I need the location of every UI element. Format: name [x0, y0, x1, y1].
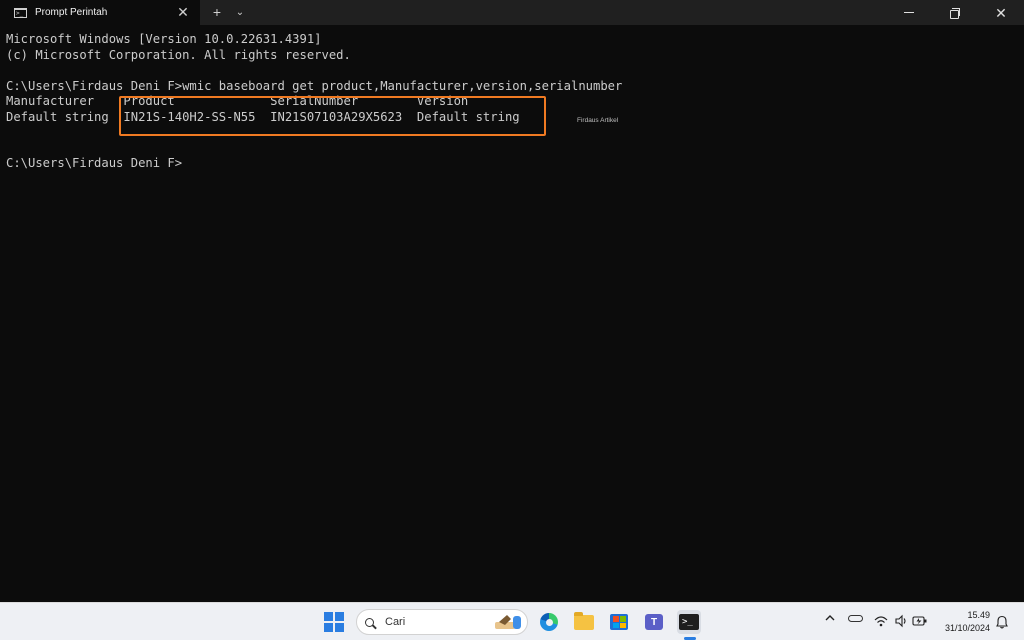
restore-button[interactable] — [932, 0, 978, 25]
clock-time: 15.49 — [967, 610, 990, 620]
teams-icon: T — [645, 614, 663, 630]
close-button[interactable]: ✕ — [978, 0, 1024, 25]
minimize-icon — [904, 12, 914, 13]
edge-icon — [540, 613, 558, 631]
chevron-down-icon[interactable]: ⌄ — [232, 0, 248, 25]
edge-button[interactable] — [537, 610, 561, 634]
highlight-box — [119, 96, 546, 136]
search-icon — [365, 617, 374, 627]
restore-icon — [950, 7, 960, 19]
window-controls: ✕ — [886, 0, 1024, 25]
microsoft-store-button[interactable] — [607, 610, 631, 634]
taskbar-clock[interactable]: 15.49 31/10/2024 — [934, 609, 990, 635]
chevron-up-icon[interactable] — [824, 612, 836, 624]
minimize-button[interactable] — [886, 0, 932, 25]
onedrive-cloud-icon[interactable] — [848, 613, 864, 622]
taskbar: Cari T >_ 15.49 31/10/2024 — [0, 602, 1024, 640]
terminal-icon: >_ — [14, 7, 27, 18]
search-placeholder: Cari — [385, 616, 406, 628]
file-explorer-button[interactable] — [572, 610, 596, 634]
tab-title: Prompt Perintah — [35, 7, 108, 18]
teams-button[interactable]: T — [642, 610, 666, 634]
windows-start-icon — [324, 612, 344, 632]
search-input[interactable]: Cari — [356, 609, 528, 635]
watermark: Firdaus Artikel — [577, 117, 619, 124]
title-bar: >_ Prompt Perintah ✕ + ⌄ ✕ — [0, 0, 1024, 25]
console-line: (c) Microsoft Corporation. All rights re… — [6, 47, 351, 62]
bell-icon[interactable] — [996, 615, 1008, 629]
console-line: C:\Users\Firdaus Deni F>wmic baseboard g… — [6, 78, 623, 93]
search-highlight-icon — [495, 615, 521, 629]
close-icon: ✕ — [995, 4, 1007, 21]
windows-start-button[interactable] — [322, 610, 346, 634]
file-explorer-icon — [574, 611, 594, 630]
battery-icon[interactable] — [912, 614, 928, 628]
console-prompt: C:\Users\Firdaus Deni F> — [6, 156, 183, 170]
console-line: Microsoft Windows [Version 10.0.22631.43… — [6, 32, 322, 46]
tab-prompt-perintah[interactable]: >_ Prompt Perintah ✕ — [0, 0, 200, 25]
tab-close-icon[interactable]: ✕ — [176, 5, 190, 19]
clock-date: 31/10/2024 — [944, 623, 990, 633]
new-tab-button[interactable]: + — [208, 0, 226, 25]
wifi-icon[interactable] — [874, 614, 888, 628]
console-output[interactable]: Microsoft Windows [Version 10.0.22631.43… — [0, 25, 1024, 602]
speaker-icon[interactable] — [894, 614, 908, 628]
terminal-button[interactable]: >_ — [677, 610, 701, 634]
terminal-icon: >_ — [679, 614, 699, 630]
microsoft-store-icon — [610, 614, 628, 630]
